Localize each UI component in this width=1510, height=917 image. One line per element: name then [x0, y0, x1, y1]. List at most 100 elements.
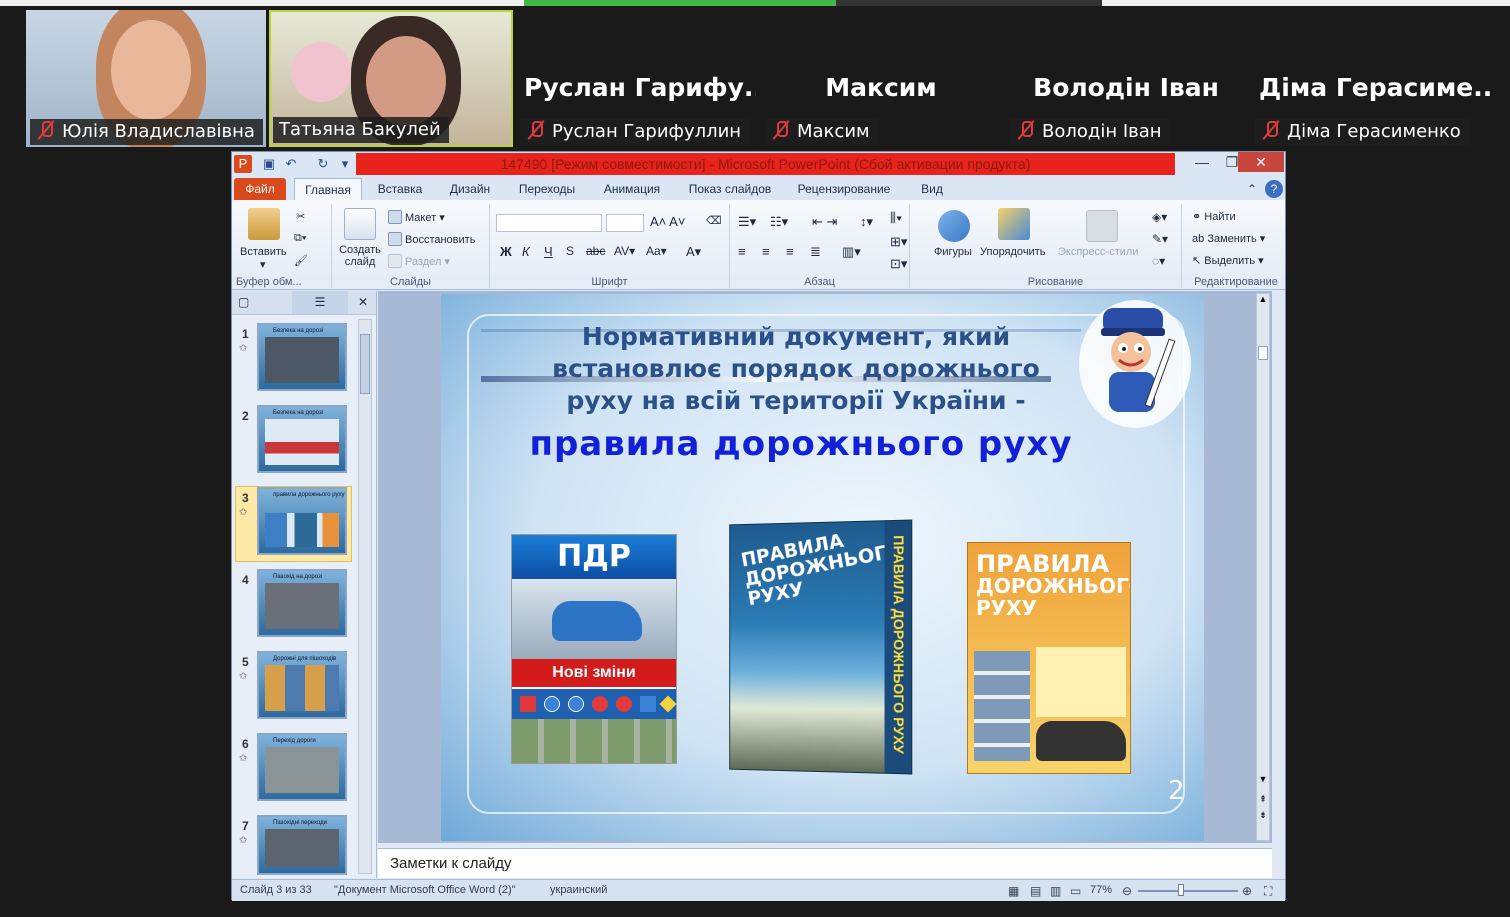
zoom-slider-thumb[interactable]: [1178, 884, 1184, 896]
shapes-button[interactable]: Фигуры: [934, 246, 972, 258]
next-slide-icon[interactable]: ⇟: [1257, 810, 1269, 824]
ribbon-collapse-icon[interactable]: ⌃: [1244, 178, 1260, 200]
quick-styles-button[interactable]: Экспресс-стили: [1058, 246, 1138, 258]
align-left-icon[interactable]: ≡: [738, 244, 746, 259]
tab-transitions[interactable]: Переходы: [512, 178, 582, 200]
tab-view[interactable]: Вид: [912, 178, 952, 200]
font-name-combo[interactable]: [496, 214, 602, 232]
shadow-icon[interactable]: S: [566, 244, 574, 258]
close-panel-icon[interactable]: ✕: [358, 295, 368, 309]
minimize-button[interactable]: —: [1187, 152, 1217, 172]
scroll-down-icon[interactable]: ▼: [1257, 774, 1269, 788]
smartart-icon[interactable]: ⊡▾: [890, 256, 907, 272]
new-slide-button[interactable]: Создать слайд: [338, 244, 382, 268]
paste-dropdown-icon[interactable]: ▾: [260, 258, 266, 271]
underline-icon[interactable]: Ч: [544, 244, 553, 259]
italic-icon[interactable]: К: [522, 244, 530, 259]
participant-tile-3[interactable]: Руслан Гарифу... Руслан Гарифуллин: [516, 10, 756, 147]
paste-icon[interactable]: [248, 208, 280, 240]
section-button[interactable]: Раздел ▾: [388, 254, 450, 268]
change-case-icon[interactable]: Aa▾: [646, 244, 667, 258]
scroll-thumb[interactable]: [360, 334, 370, 394]
language-indicator[interactable]: украинский: [550, 884, 607, 896]
scroll-thumb[interactable]: [1258, 346, 1268, 360]
strikethrough-icon[interactable]: abc: [586, 244, 605, 258]
tab-insert[interactable]: Вставка: [370, 178, 430, 200]
bullets-icon[interactable]: ☰▾: [738, 214, 756, 230]
quick-styles-icon[interactable]: [1086, 210, 1118, 242]
redo-icon[interactable]: ↻: [314, 155, 332, 173]
find-button[interactable]: ⚭ Найти: [1192, 210, 1236, 223]
tab-design[interactable]: Дизайн: [440, 178, 500, 200]
help-icon[interactable]: ?: [1265, 180, 1283, 198]
tab-file[interactable]: Файл: [234, 178, 286, 200]
tab-review[interactable]: Рецензирование: [792, 178, 896, 200]
columns-icon[interactable]: ▥▾: [842, 244, 861, 260]
slide-scrollbar[interactable]: ▲ ▼ ⇞ ⇟: [1256, 293, 1270, 841]
slide-thumbnail-4[interactable]: Пішохід на дорозі: [257, 569, 347, 637]
line-spacing-icon[interactable]: ↕▾: [860, 214, 873, 230]
slide-thumbnail-7[interactable]: Пішохідні переходи: [257, 815, 347, 875]
slide-notes[interactable]: Заметки к слайду: [378, 848, 1272, 878]
layout-button[interactable]: Макет ▾: [388, 210, 445, 224]
shape-effects-icon[interactable]: ◌▾: [1152, 254, 1165, 268]
tab-slides-view[interactable]: ▢: [238, 295, 249, 309]
slideshow-icon[interactable]: ▭: [1070, 884, 1081, 898]
current-slide[interactable]: Нормативний документ, який встановлює по…: [441, 294, 1204, 841]
bold-icon[interactable]: Ж: [500, 244, 512, 259]
slide-subtitle[interactable]: правила дорожнього руху: [481, 424, 1121, 464]
reading-view-icon[interactable]: ▥: [1050, 884, 1061, 898]
align-right-icon[interactable]: ≡: [786, 244, 794, 259]
zoom-in-icon[interactable]: ⊕: [1242, 884, 1252, 898]
participant-tile-1[interactable]: Юлія Владиславівна: [26, 10, 266, 147]
participant-tile-4[interactable]: Максим Максим: [761, 10, 1001, 147]
tab-slideshow[interactable]: Показ слайдов: [682, 178, 778, 200]
grow-font-icon[interactable]: A˄ A˅: [650, 214, 685, 229]
slide-thumbnail-3[interactable]: правила дорожнього руху: [257, 487, 347, 555]
zoom-slider[interactable]: [1138, 890, 1238, 892]
cut-icon[interactable]: ✂: [296, 210, 305, 223]
scroll-up-icon[interactable]: ▲: [1257, 294, 1269, 308]
tab-home[interactable]: Главная: [294, 178, 362, 200]
previous-slide-icon[interactable]: ⇞: [1257, 794, 1269, 808]
font-size-combo[interactable]: [606, 214, 644, 232]
font-color-icon[interactable]: A▾: [686, 244, 701, 260]
new-slide-icon[interactable]: [344, 208, 376, 240]
tab-outline-view[interactable]: ☰: [292, 291, 348, 314]
numbering-icon[interactable]: ☷▾: [770, 214, 788, 230]
shapes-icon[interactable]: [938, 210, 970, 242]
fit-to-window-icon[interactable]: ⛶: [1264, 884, 1272, 899]
participant-tile-6[interactable]: Діма Герасиме... Діма Герасименко: [1251, 10, 1491, 147]
indent-icons[interactable]: ⇤ ⇥: [812, 214, 837, 230]
justify-icon[interactable]: ≣: [810, 244, 821, 260]
paste-button[interactable]: Вставить: [240, 246, 287, 258]
normal-view-icon[interactable]: ▦: [1008, 884, 1019, 898]
zoom-level[interactable]: 77%: [1090, 884, 1112, 896]
slide-thumbnail-6[interactable]: Перехід дороги: [257, 733, 347, 801]
powerpoint-app-icon[interactable]: P: [234, 155, 252, 173]
format-painter-icon[interactable]: 🖌: [294, 254, 308, 267]
participant-tile-5[interactable]: Володін Іван Володін Іван: [1006, 10, 1246, 147]
participant-tile-2-active[interactable]: Татьяна Бакулей: [269, 10, 513, 147]
slide-sorter-icon[interactable]: ▤: [1030, 884, 1041, 898]
customize-qat-icon[interactable]: ▾: [336, 155, 354, 173]
copy-icon[interactable]: ⧉▾: [294, 232, 306, 245]
thumbnails-scrollbar[interactable]: [358, 319, 372, 874]
zoom-out-icon[interactable]: ⊖: [1122, 884, 1132, 898]
shape-fill-icon[interactable]: ◈▾: [1152, 210, 1167, 224]
align-text-icon[interactable]: ⊞▾: [890, 234, 907, 250]
slide-title[interactable]: Нормативний документ, який встановлює по…: [481, 321, 1111, 417]
theme-name[interactable]: "Документ Microsoft Office Word (2)": [334, 884, 516, 896]
slide-thumbnail-2[interactable]: Безпека на дорозі: [257, 405, 347, 473]
undo-icon[interactable]: ↶: [282, 155, 300, 173]
slide-thumbnail-1[interactable]: Безпека на дорозі: [257, 323, 347, 391]
replace-button[interactable]: ab Заменить ▾: [1192, 232, 1265, 245]
close-button[interactable]: ✕: [1238, 152, 1284, 172]
select-button[interactable]: ↖ Выделить ▾: [1192, 254, 1264, 267]
shape-outline-icon[interactable]: ✎▾: [1152, 232, 1168, 246]
arrange-button[interactable]: Упорядочить: [980, 246, 1045, 258]
align-center-icon[interactable]: ≡: [762, 244, 770, 259]
save-icon[interactable]: ▣: [260, 155, 278, 173]
tab-animation[interactable]: Анимация: [594, 178, 670, 200]
clear-format-icon[interactable]: ⌫: [706, 214, 722, 227]
